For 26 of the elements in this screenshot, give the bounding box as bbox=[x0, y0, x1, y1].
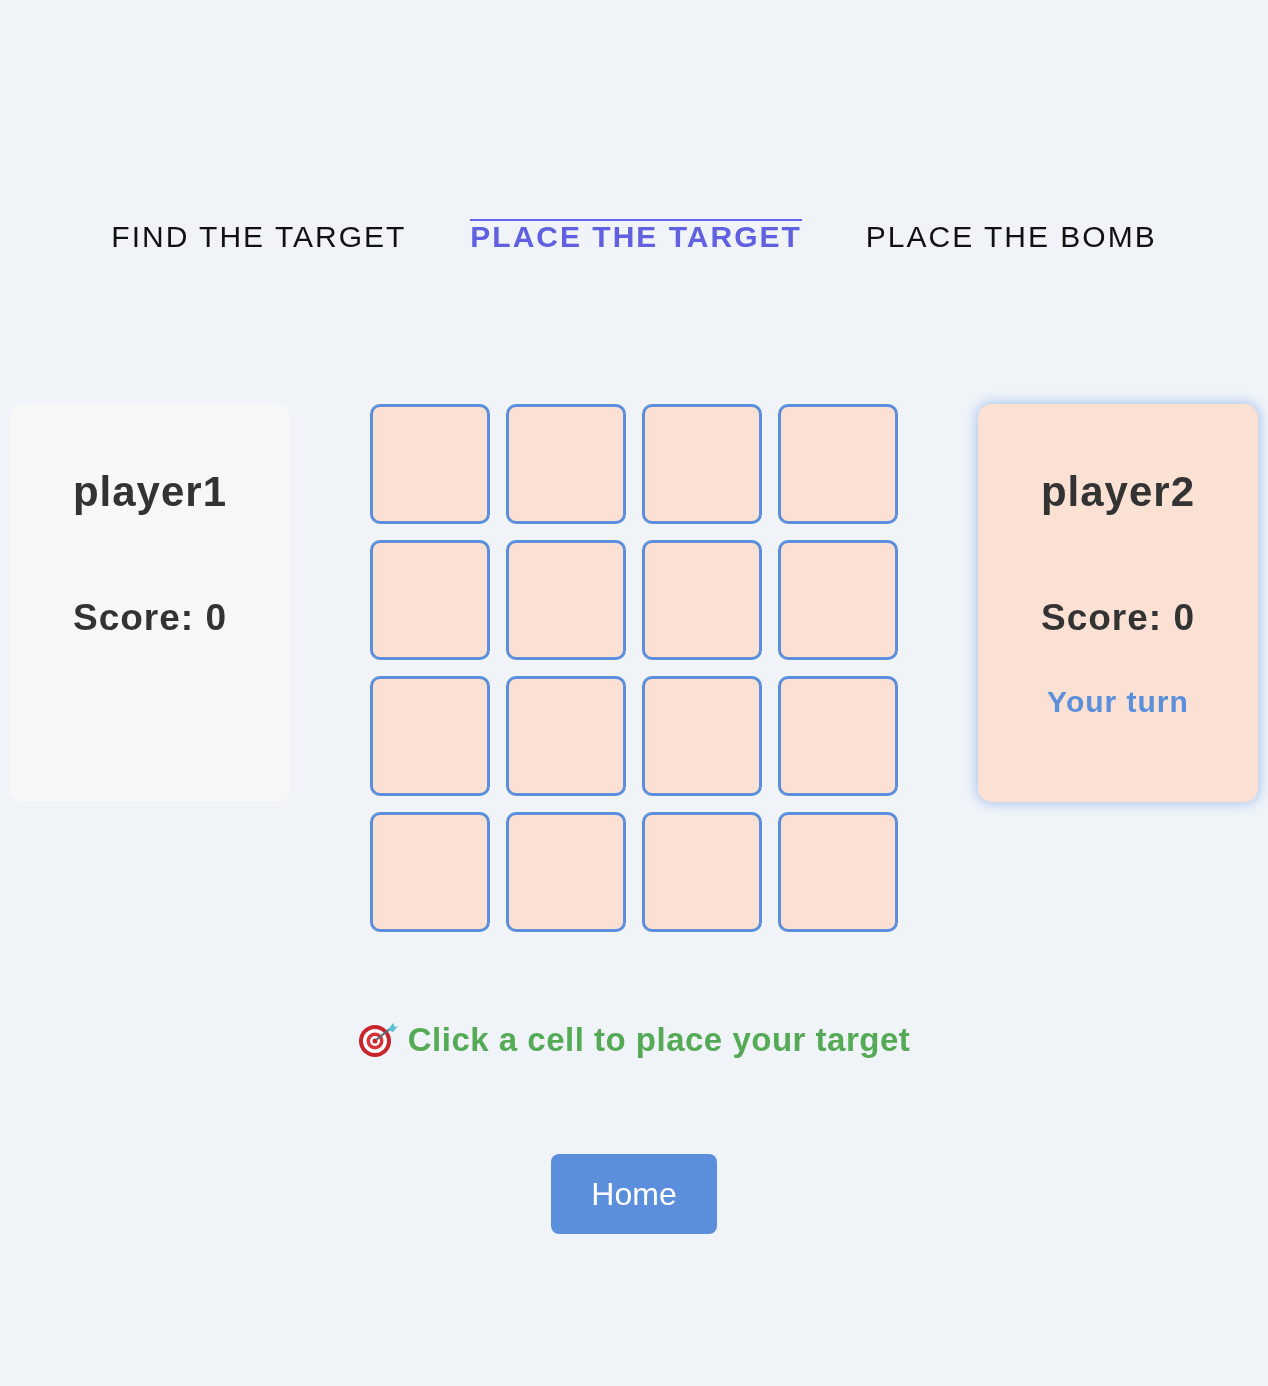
board-cell[interactable] bbox=[642, 812, 762, 932]
board-cell[interactable] bbox=[370, 676, 490, 796]
board-cell[interactable] bbox=[370, 540, 490, 660]
board-cell[interactable] bbox=[642, 404, 762, 524]
board-cell[interactable] bbox=[506, 812, 626, 932]
player-name: player2 bbox=[1040, 468, 1196, 516]
board-cell[interactable] bbox=[778, 812, 898, 932]
board-cell[interactable] bbox=[778, 540, 898, 660]
player-score: Score: 0 bbox=[73, 596, 227, 640]
board-cell[interactable] bbox=[370, 404, 490, 524]
board-cell[interactable] bbox=[778, 676, 898, 796]
tab[interactable]: FIND THE TARGET bbox=[111, 219, 407, 253]
player-name: player1 bbox=[72, 468, 228, 516]
board-cell[interactable] bbox=[370, 812, 490, 932]
instruction-text: Click a cell to place your target bbox=[407, 1020, 911, 1060]
board-cell[interactable] bbox=[506, 540, 626, 660]
board-cell[interactable] bbox=[506, 676, 626, 796]
board-cell[interactable] bbox=[506, 404, 626, 524]
board-cell[interactable] bbox=[778, 404, 898, 524]
tab[interactable]: PLACE THE TARGET bbox=[470, 219, 802, 253]
player-score: Score: 0 bbox=[1041, 596, 1195, 640]
board-cell[interactable] bbox=[642, 540, 762, 660]
turn-indicator: Your turn bbox=[1047, 684, 1189, 720]
board-cell[interactable] bbox=[642, 676, 762, 796]
dartboard-icon bbox=[357, 1022, 398, 1058]
tab[interactable]: PLACE THE BOMB bbox=[865, 219, 1157, 253]
